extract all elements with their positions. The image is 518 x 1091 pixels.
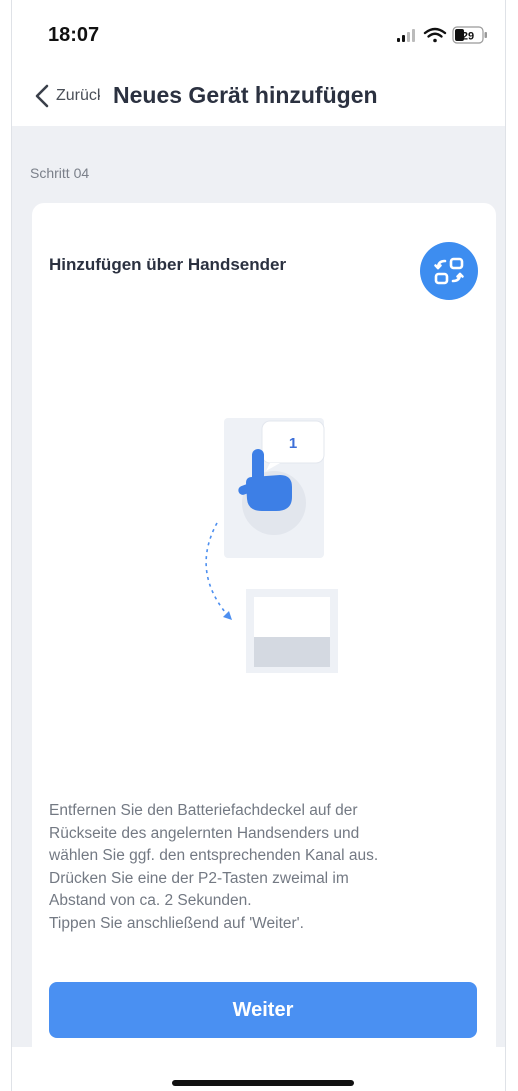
next-button[interactable]: Weiter (49, 982, 477, 1038)
handsender-illustration: 1 (205, 418, 338, 673)
chevron-left-icon (35, 84, 49, 108)
switch-method-button[interactable] (420, 242, 478, 300)
battery-level: 29 (462, 31, 474, 43)
instruction-card: Hinzufügen über Handsender 1 Entfernen S… (32, 203, 496, 1091)
step-label: Schritt 04 (30, 165, 90, 181)
page-title: Neues Gerät hinzufügen (113, 82, 378, 108)
home-bar (12, 1047, 505, 1091)
instruction-line: Drücken Sie eine der P2-Tasten zweimal i… (49, 869, 349, 887)
instruction-line: Abstand von ca. 2 Sekunden. (49, 892, 252, 910)
status-icons: 29 (397, 26, 487, 44)
instruction-line: wählen Sie ggf. den entsprechenden Kanal… (49, 847, 379, 865)
phone-screen: 18:07 29 Zurück (11, 0, 506, 1091)
instruction-line: Entfernen Sie den Batteriefachdeckel auf… (49, 802, 358, 819)
signal-icon (397, 29, 415, 42)
instruction-line: Rückseite des angelernten Handsenders un… (49, 824, 360, 842)
wifi-icon (423, 27, 447, 43)
swap-layout-icon (434, 257, 464, 285)
back-label: Zurück (56, 87, 100, 104)
card-title: Hinzufügen über Handsender (49, 255, 287, 274)
home-indicator[interactable] (172, 1080, 354, 1086)
instruction-text: Entfernen Sie den Batteriefachdeckel auf… (49, 800, 489, 936)
battery-icon: 29 (452, 26, 487, 44)
instruction-line: Tippen Sie anschließend auf 'Weiter'. (49, 914, 304, 932)
status-time: 18:07 (48, 24, 100, 46)
top-bar: 18:07 29 Zurück (12, 0, 505, 126)
bubble-number: 1 (289, 435, 297, 452)
back-button[interactable]: Zurück (32, 78, 100, 114)
